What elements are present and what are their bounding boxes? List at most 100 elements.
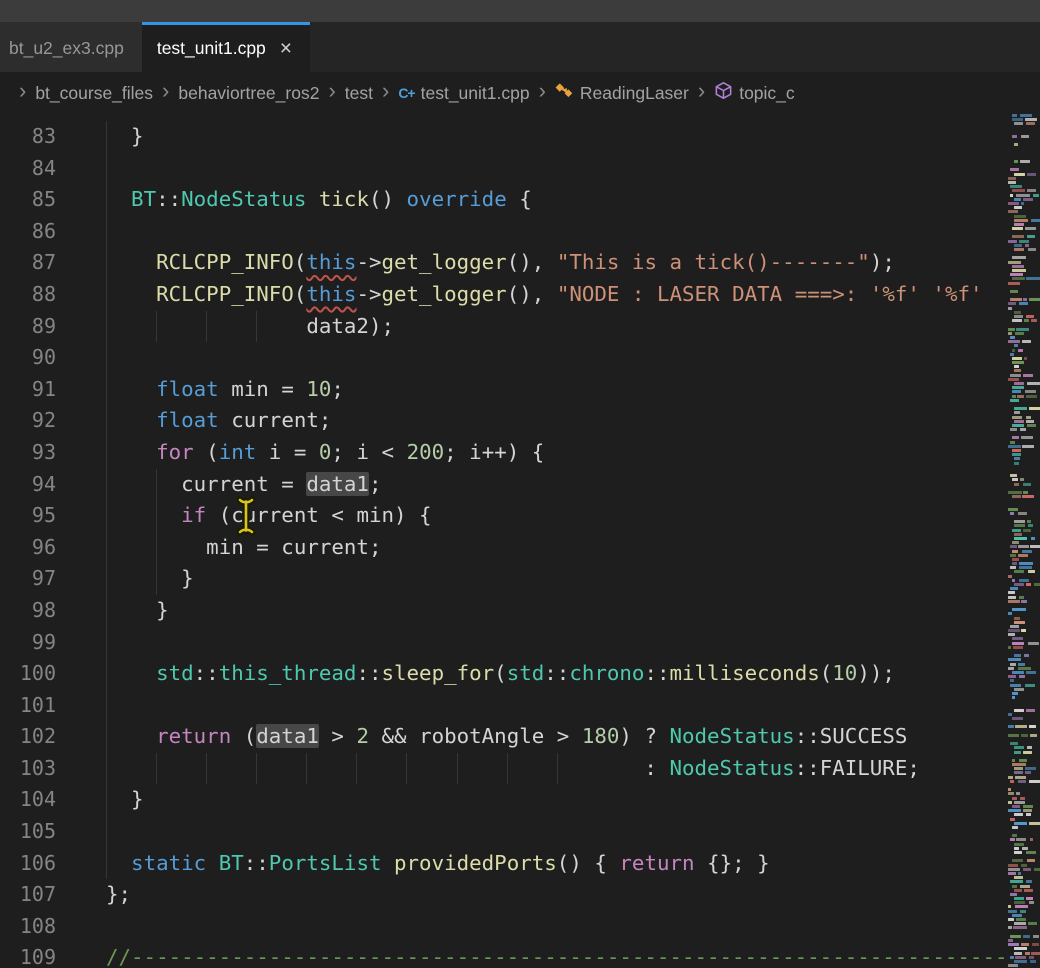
minimap-row bbox=[1007, 353, 1040, 356]
code-line[interactable]: 88 RCLCPP_INFO(this->get_logger(), "NODE… bbox=[0, 279, 1007, 311]
code-line[interactable]: 83 } bbox=[0, 121, 1007, 153]
code-text[interactable]: }; bbox=[106, 879, 1007, 911]
code-text[interactable]: static BT::PortsList providedPorts() { r… bbox=[106, 848, 1007, 880]
code-text[interactable] bbox=[106, 627, 1007, 659]
code-text[interactable]: float current; bbox=[106, 405, 1007, 437]
breadcrumb-item-topic_c[interactable]: topic_c bbox=[714, 81, 794, 105]
line-number: 102 bbox=[0, 721, 60, 753]
breadcrumb-item-bt_course_files[interactable]: bt_course_files bbox=[35, 83, 153, 104]
minimap-row bbox=[1007, 282, 1040, 285]
minimap-row bbox=[1007, 910, 1040, 913]
code-line[interactable]: 109 //-----------------------------------… bbox=[0, 942, 1007, 968]
code-text[interactable]: for (int i = 0; i < 200; i++) { bbox=[106, 437, 1007, 469]
code-text[interactable]: RCLCPP_INFO(this->get_logger(), "This is… bbox=[106, 247, 1007, 279]
minimap-row bbox=[1007, 926, 1040, 929]
minimap-row bbox=[1007, 575, 1040, 578]
code-line[interactable]: 94 current = data1; bbox=[0, 469, 1007, 501]
code-tokens: current = data1; bbox=[106, 472, 381, 496]
minimap-row bbox=[1007, 231, 1040, 234]
code-text[interactable]: } bbox=[106, 563, 1007, 595]
line-number: 83 bbox=[0, 121, 60, 153]
minimap-row bbox=[1007, 127, 1040, 130]
code-line[interactable]: 95 if (current < min) { bbox=[0, 500, 1007, 532]
minimap-row bbox=[1007, 428, 1040, 431]
code-line[interactable]: 99 bbox=[0, 627, 1007, 659]
code-text[interactable]: } bbox=[106, 784, 1007, 816]
code-line[interactable]: 90 bbox=[0, 342, 1007, 374]
indent-guide bbox=[106, 342, 107, 374]
line-number: 109 bbox=[0, 942, 60, 968]
code-text[interactable] bbox=[106, 342, 1007, 374]
code-line[interactable]: 84 bbox=[0, 153, 1007, 185]
minimap-row bbox=[1007, 453, 1040, 456]
close-icon[interactable]: × bbox=[280, 38, 292, 59]
minimap-row bbox=[1007, 286, 1040, 289]
code-text[interactable] bbox=[106, 216, 1007, 248]
code-text[interactable] bbox=[106, 690, 1007, 722]
code-line[interactable]: 102 return (data1 > 2 && robotAngle > 18… bbox=[0, 721, 1007, 753]
code-text[interactable]: data2); bbox=[106, 311, 1007, 343]
minimap-row bbox=[1007, 361, 1040, 364]
code-line[interactable]: 101 bbox=[0, 690, 1007, 722]
line-number: 92 bbox=[0, 405, 60, 437]
code-line[interactable]: 92 float current; bbox=[0, 405, 1007, 437]
minimap-row bbox=[1007, 889, 1040, 892]
code-line[interactable]: 96 min = current; bbox=[0, 532, 1007, 564]
code-text[interactable]: float min = 10; bbox=[106, 374, 1007, 406]
code-text[interactable]: BT::NodeStatus tick() override { bbox=[106, 184, 1007, 216]
minimap-row bbox=[1007, 395, 1040, 398]
code-line[interactable]: 87 RCLCPP_INFO(this->get_logger(), "This… bbox=[0, 247, 1007, 279]
code-text[interactable]: : NodeStatus::FAILURE; bbox=[106, 753, 1007, 785]
minimap-row bbox=[1007, 139, 1040, 142]
code-tokens: std::this_thread::sleep_for(std::chrono:… bbox=[106, 661, 895, 685]
minimap-row bbox=[1007, 198, 1040, 201]
code-text[interactable] bbox=[106, 911, 1007, 943]
code-text[interactable]: std::this_thread::sleep_for(std::chrono:… bbox=[106, 658, 1007, 690]
code-text[interactable] bbox=[106, 153, 1007, 185]
code-text[interactable]: if (current < min) { bbox=[106, 500, 1007, 532]
minimap-row bbox=[1007, 227, 1040, 230]
code-line[interactable]: 107}; bbox=[0, 879, 1007, 911]
breadcrumb-item-ReadingLaser[interactable]: ReadingLaser bbox=[555, 81, 689, 105]
minimap-row bbox=[1007, 483, 1040, 486]
code-line[interactable]: 103 : NodeStatus::FAILURE; bbox=[0, 753, 1007, 785]
code-text[interactable]: } bbox=[106, 121, 1007, 153]
minimap-row bbox=[1007, 185, 1040, 188]
code-text[interactable]: } bbox=[106, 595, 1007, 627]
minimap-row bbox=[1007, 323, 1040, 326]
minimap[interactable] bbox=[1007, 114, 1040, 968]
code-text[interactable]: return (data1 > 2 && robotAngle > 180) ?… bbox=[106, 721, 1007, 753]
code-line[interactable]: 108 bbox=[0, 911, 1007, 943]
code-line[interactable]: 97 } bbox=[0, 563, 1007, 595]
code-line[interactable]: 106 static BT::PortsList providedPorts()… bbox=[0, 848, 1007, 880]
minimap-row bbox=[1007, 244, 1040, 247]
code-line[interactable]: 98 } bbox=[0, 595, 1007, 627]
code-line[interactable]: 100 std::this_thread::sleep_for(std::chr… bbox=[0, 658, 1007, 690]
minimap-row bbox=[1007, 633, 1040, 636]
code-line[interactable]: 85 BT::NodeStatus tick() override { bbox=[0, 184, 1007, 216]
code-line[interactable]: 91 float min = 10; bbox=[0, 374, 1007, 406]
code-editor[interactable]: 83 }8485 BT::NodeStatus tick() override … bbox=[0, 114, 1007, 968]
code-text[interactable] bbox=[106, 816, 1007, 848]
tab-bt_u2_ex3.cpp[interactable]: bt_u2_ex3.cpp bbox=[0, 22, 142, 72]
code-text[interactable]: RCLCPP_INFO(this->get_logger(), "NODE : … bbox=[106, 279, 1007, 311]
tab-test_unit1.cpp[interactable]: test_unit1.cpp× bbox=[142, 22, 310, 72]
code-line[interactable]: 104 } bbox=[0, 784, 1007, 816]
minimap-row bbox=[1007, 290, 1040, 293]
minimap-row bbox=[1007, 658, 1040, 661]
breadcrumb-item-behaviortree_ros2[interactable]: behaviortree_ros2 bbox=[178, 83, 319, 104]
code-tokens: //--------------------------------------… bbox=[106, 945, 1007, 968]
code-line[interactable]: 89 data2); bbox=[0, 311, 1007, 343]
mouse-ibeam-cursor bbox=[237, 496, 255, 546]
code-text[interactable]: //--------------------------------------… bbox=[106, 942, 1007, 968]
breadcrumb-item-test[interactable]: test bbox=[345, 83, 373, 104]
code-line[interactable]: 93 for (int i = 0; i < 200; i++) { bbox=[0, 437, 1007, 469]
code-tokens: RCLCPP_INFO(this->get_logger(), "NODE : … bbox=[106, 282, 983, 306]
code-line[interactable]: 105 bbox=[0, 816, 1007, 848]
breadcrumb-item-test_unit1.cpp[interactable]: C+test_unit1.cpp bbox=[398, 83, 529, 104]
line-number: 90 bbox=[0, 342, 60, 374]
code-line[interactable]: 86 bbox=[0, 216, 1007, 248]
minimap-row bbox=[1007, 143, 1040, 146]
minimap-row bbox=[1007, 805, 1040, 808]
minimap-row bbox=[1007, 780, 1040, 783]
